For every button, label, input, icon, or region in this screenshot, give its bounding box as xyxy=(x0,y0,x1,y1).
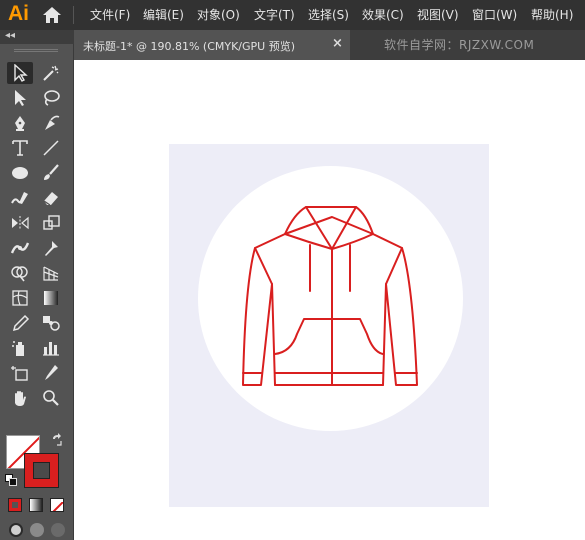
menu-window[interactable]: 窗口(W) xyxy=(472,6,517,23)
swap-fill-stroke-icon[interactable] xyxy=(50,433,64,447)
lasso-tool-icon[interactable] xyxy=(38,87,64,109)
width-tool-icon[interactable] xyxy=(7,237,33,259)
hoodie-artwork[interactable] xyxy=(169,144,489,507)
shaper-tool-icon[interactable] xyxy=(7,187,33,209)
symbol-sprayer-tool-icon[interactable] xyxy=(7,337,33,359)
menu-edit[interactable]: 编辑(E) xyxy=(143,6,184,23)
eyedropper-tool-icon[interactable] xyxy=(7,312,33,334)
magic-wand-tool-icon[interactable] xyxy=(38,62,64,84)
draw-normal-icon[interactable] xyxy=(9,523,23,537)
close-icon[interactable]: × xyxy=(332,36,343,51)
hand-tool-icon[interactable] xyxy=(7,387,33,409)
gradient-tool-icon[interactable] xyxy=(38,287,64,309)
stroke-color-swatch[interactable] xyxy=(24,453,59,488)
pen-tool-icon[interactable] xyxy=(7,112,33,134)
menu-effect[interactable]: 效果(C) xyxy=(362,6,404,23)
menu-bar: Ai 文件(F) 编辑(E) 对象(O) 文字(T) 选择(S) 效果(C) 视… xyxy=(0,0,585,30)
draw-inside-icon[interactable] xyxy=(51,523,65,537)
gradient-mode-button[interactable] xyxy=(29,498,43,512)
menu-view[interactable]: 视图(V) xyxy=(417,6,459,23)
scale-tool-icon[interactable] xyxy=(38,212,64,234)
document-tab-title: 未标题-1* @ 190.81% (CMYK/GPU 预览) xyxy=(83,40,295,53)
tools-panel: ◂◂ xyxy=(0,30,74,540)
ellipse-tool-icon[interactable] xyxy=(7,162,33,184)
document-tab-bar: 未标题-1* @ 190.81% (CMYK/GPU 预览) × 软件自学网：R… xyxy=(74,30,585,60)
draw-behind-icon[interactable] xyxy=(30,523,44,537)
default-colors-icon[interactable] xyxy=(5,474,17,486)
slice-tool-icon[interactable] xyxy=(38,362,64,384)
mesh-tool-icon[interactable] xyxy=(7,287,33,309)
type-tool-icon[interactable] xyxy=(7,137,33,159)
blend-tool-icon[interactable] xyxy=(38,312,64,334)
home-icon[interactable] xyxy=(42,6,62,24)
menu-separator xyxy=(73,6,74,24)
selection-tool-icon[interactable] xyxy=(7,62,33,84)
color-mode-button[interactable] xyxy=(8,498,22,512)
reflect-tool-icon[interactable] xyxy=(7,212,33,234)
app-logo: Ai xyxy=(8,2,29,25)
paintbrush-tool-icon[interactable] xyxy=(38,162,64,184)
shape-builder-tool-icon[interactable] xyxy=(7,262,33,284)
perspective-grid-tool-icon[interactable] xyxy=(38,262,64,284)
menu-object[interactable]: 对象(O) xyxy=(197,6,240,23)
stroke-swatch-inner xyxy=(33,462,50,479)
puppet-warp-tool-icon[interactable] xyxy=(38,237,64,259)
curvature-tool-icon[interactable] xyxy=(38,112,64,134)
line-tool-icon[interactable] xyxy=(38,137,64,159)
artboard-tool-icon[interactable] xyxy=(7,362,33,384)
column-graph-tool-icon[interactable] xyxy=(38,337,64,359)
panel-grip[interactable] xyxy=(14,49,58,52)
menu-type[interactable]: 文字(T) xyxy=(254,6,295,23)
collapse-icon[interactable]: ◂◂ xyxy=(5,30,15,41)
document-tab[interactable]: 未标题-1* @ 190.81% (CMYK/GPU 预览) × xyxy=(74,30,350,60)
menu-select[interactable]: 选择(S) xyxy=(308,6,349,23)
artboard[interactable] xyxy=(169,144,489,507)
zoom-tool-icon[interactable] xyxy=(38,387,64,409)
none-mode-button[interactable] xyxy=(50,498,64,512)
watermark-text: 软件自学网：RJZXW.COM xyxy=(384,38,535,52)
menu-file[interactable]: 文件(F) xyxy=(90,6,130,23)
eraser-tool-icon[interactable] xyxy=(38,187,64,209)
tools-panel-header: ◂◂ xyxy=(0,30,74,44)
menu-help[interactable]: 帮助(H) xyxy=(531,6,573,23)
direct-selection-tool-icon[interactable] xyxy=(7,87,33,109)
canvas-area[interactable] xyxy=(74,60,585,540)
